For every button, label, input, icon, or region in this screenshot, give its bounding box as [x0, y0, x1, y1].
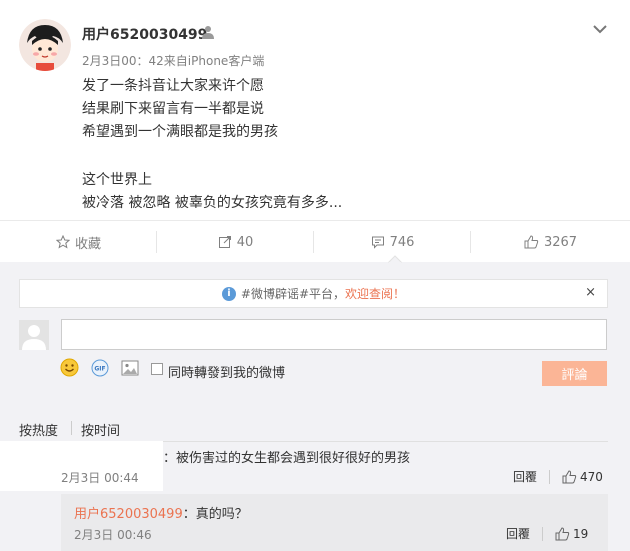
reply-author[interactable]: 用户6520030499: [74, 507, 183, 522]
emoji-icon[interactable]: [60, 358, 79, 381]
author-avatar[interactable]: [19, 19, 71, 71]
repost-count: 40: [236, 234, 254, 250]
repost-icon: [218, 236, 231, 248]
thumb-up-icon: [524, 235, 539, 249]
like-button[interactable]: 3267: [471, 221, 630, 263]
post-line: 被冷落 被忽略 被辜负的女孩究竟有多多...: [82, 195, 343, 211]
image-icon[interactable]: [121, 360, 139, 380]
notice-text: #微博辟谣#平台，: [240, 287, 346, 301]
reply-item: 用户6520030499：真的吗？: [74, 503, 248, 522]
reply-like-count: 19: [573, 526, 589, 541]
rumor-notice: i #微博辟谣#平台， 欢迎查阅！ ×: [19, 279, 608, 308]
divider: [542, 526, 544, 541]
reply-button[interactable]: 回覆: [506, 525, 530, 542]
post-line: 希望遇到一个满眼都是我的男孩: [82, 124, 278, 140]
divider: [549, 469, 551, 484]
favorite-button[interactable]: 收藏: [0, 221, 157, 263]
repost-button[interactable]: 40: [157, 221, 314, 263]
chevron-down-icon[interactable]: [592, 20, 608, 34]
thumb-up-icon[interactable]: [555, 526, 570, 541]
favorite-label: 收藏: [74, 236, 101, 252]
comment-actions: 回覆 470: [513, 468, 603, 485]
comment-like-count: 470: [580, 469, 603, 484]
comment-input[interactable]: [61, 319, 607, 350]
sort-by-hot[interactable]: 按热度: [19, 420, 58, 439]
post-card: 用户6520030499 2月3日00：42来自iPhone客户端 发了一条抖音…: [0, 0, 630, 262]
gif-icon[interactable]: GIF: [91, 359, 109, 381]
comment-time: 2月3日 00:44: [61, 471, 139, 485]
comment-icon: [371, 236, 384, 249]
reply-button[interactable]: 回覆: [513, 468, 537, 485]
repost-checkbox[interactable]: [151, 363, 163, 375]
post-line: 结果刷下来留言有一半都是说: [82, 101, 264, 117]
post-line: 这个世界上: [82, 172, 152, 188]
post-line: 发了一条抖音让大家来许个愿: [82, 78, 264, 94]
user-badge-icon[interactable]: [200, 24, 216, 40]
like-count: 3267: [543, 234, 578, 250]
submit-comment-button[interactable]: 評論: [542, 361, 607, 386]
repost-checkbox-label: 同時轉發到我的微博: [168, 366, 286, 381]
reply-time: 2月3日 00:46: [74, 528, 152, 542]
thumb-up-icon[interactable]: [562, 469, 577, 484]
star-icon: [55, 235, 70, 249]
svg-text:GIF: GIF: [94, 366, 105, 373]
comment-caret: [388, 255, 402, 263]
close-icon[interactable]: ×: [585, 285, 596, 300]
author-name[interactable]: 用户6520030499: [82, 24, 207, 44]
comment-count: 746: [389, 234, 415, 250]
post-meta: 2月3日00：42来自iPhone客户端: [82, 54, 265, 68]
comment-text: ：被伤害过的女生都会遇到很好很好的男孩: [163, 451, 411, 466]
info-icon: i: [221, 286, 236, 301]
notice-link[interactable]: 欢迎查阅！: [345, 285, 405, 302]
reply-text: ：真的吗？: [182, 507, 248, 522]
action-bar: 收藏 40 746 3267: [0, 220, 630, 262]
reply-actions: 回覆 19: [506, 525, 588, 542]
current-user-avatar: [19, 320, 49, 350]
divider: [71, 421, 72, 435]
sort-by-time[interactable]: 按时间: [81, 420, 120, 439]
